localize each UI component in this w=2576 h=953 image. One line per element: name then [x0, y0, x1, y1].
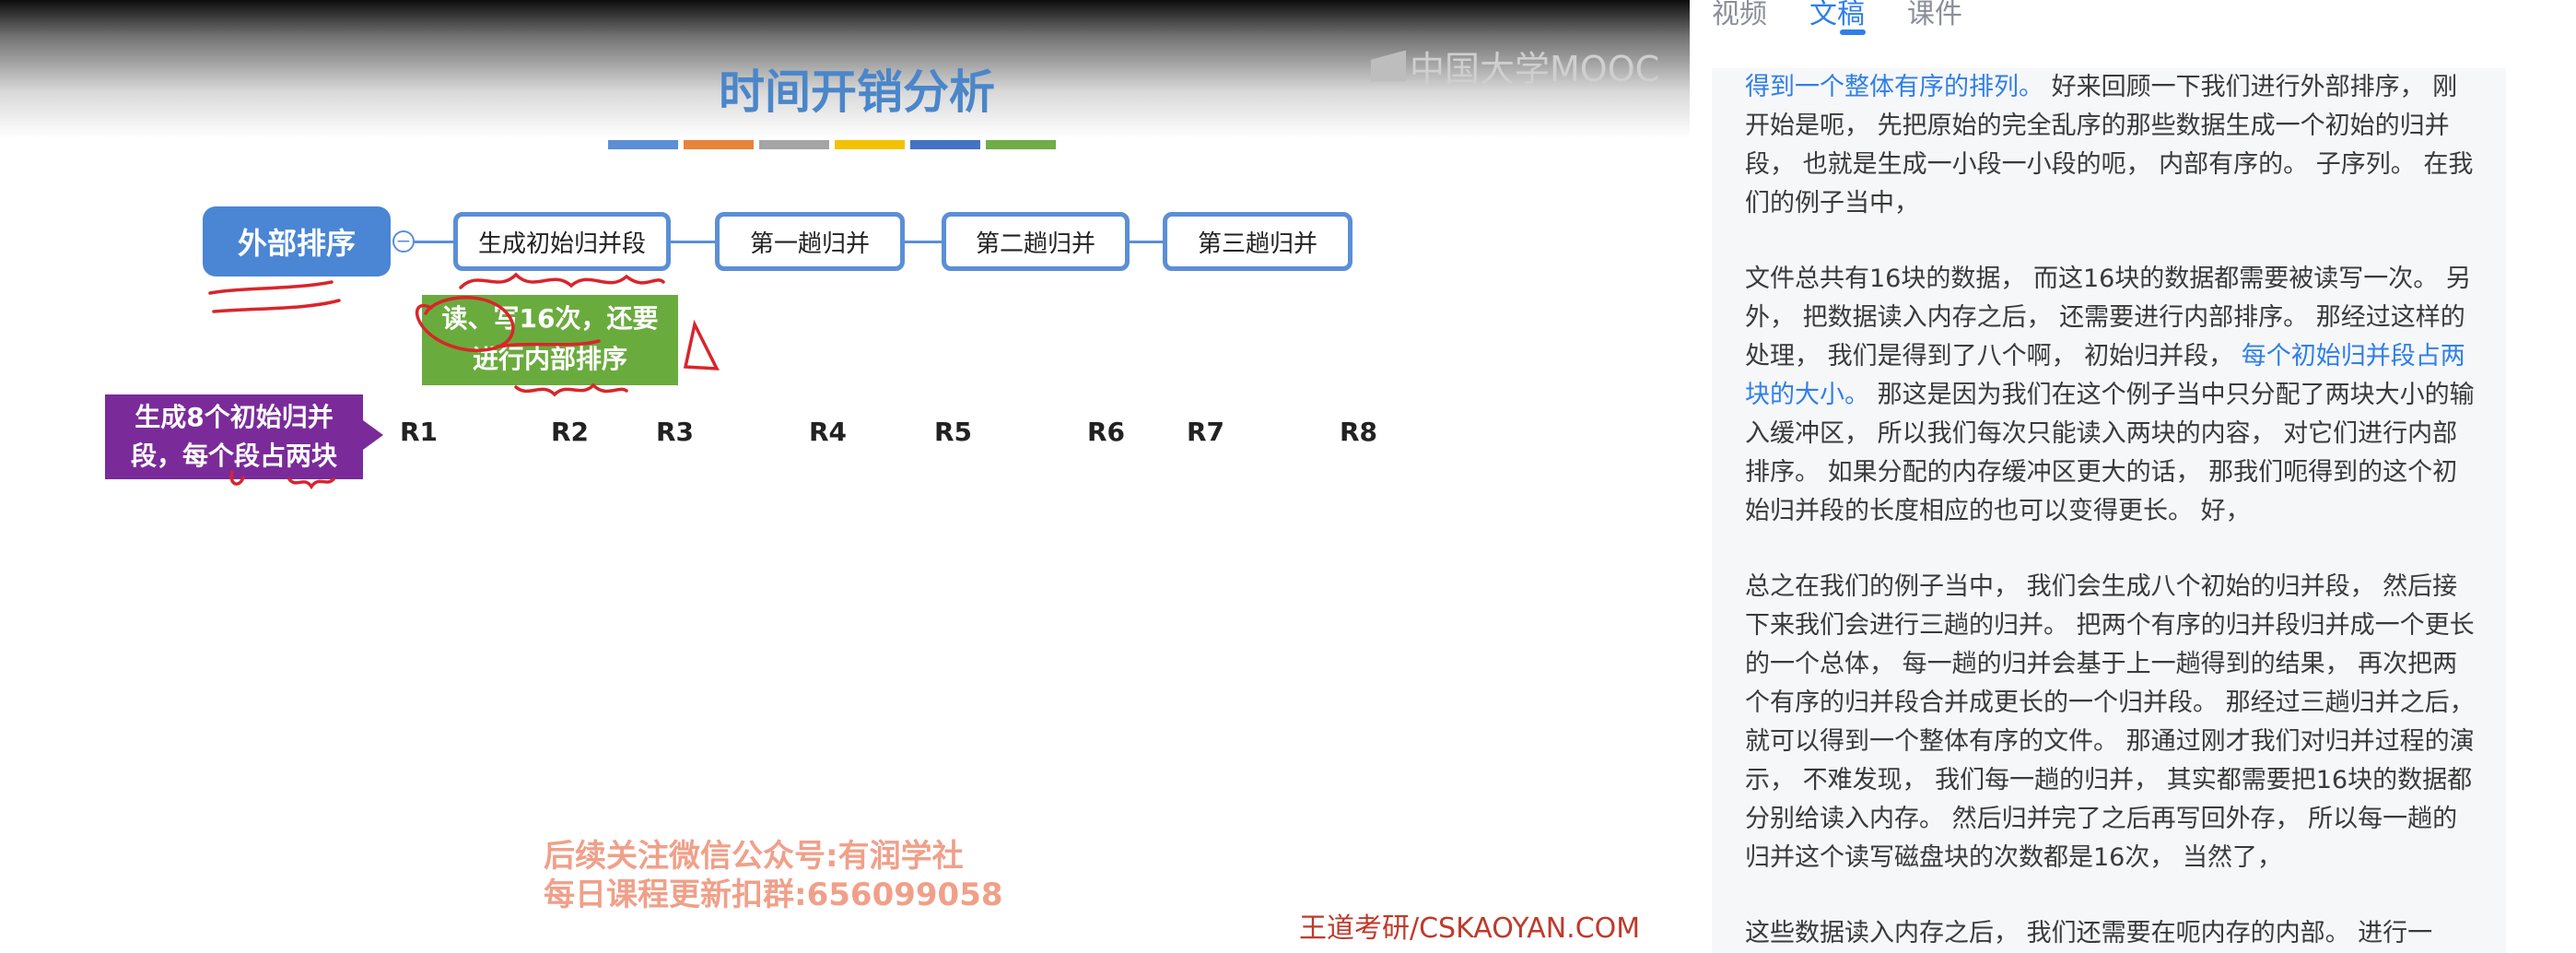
pen-scribble: [287, 477, 335, 490]
mindmap-node-pass-2: 第二趟归并: [942, 212, 1130, 271]
transcript-text: 这些数据读入内存之后， 我们还需要在呃内存的内部。 进行一: [1745, 919, 2433, 947]
run-label: R5: [934, 417, 973, 447]
run-label: R4: [809, 417, 848, 447]
colorbar-segment: [835, 140, 905, 149]
green-note-line: 读、写16次，还要: [441, 303, 659, 334]
video-player[interactable]: 时间开销分析 中国大学MOOC 外部排序 − 生成初始归并段 第一趟归并 第二趟…: [0, 0, 1690, 949]
run-label: R2: [551, 417, 590, 447]
transcript-paragraph: 得到一个整体有序的排列。 好来回顾一下我们进行外部排序， 刚开始是呃， 先把原始…: [1712, 68, 2506, 223]
colorbar-segment: [910, 140, 980, 149]
mindmap-root: 外部排序: [203, 206, 391, 276]
pen-underline: [208, 280, 334, 295]
run-label: R7: [1187, 417, 1225, 447]
mindmap-node-pass-3: 第三趟归并: [1163, 212, 1352, 271]
run-label: R1: [400, 417, 439, 447]
active-tab-indicator: [1840, 29, 1866, 35]
mindmap-node-initial-runs: 生成初始归并段: [453, 212, 671, 271]
purple-note: 生成8个初始归并 段，每个段占两块: [105, 394, 363, 479]
run-label: R6: [1087, 417, 1126, 447]
pen-scribble: [459, 272, 665, 289]
promo-text: 后续关注微信公众号:有润学社 每日课程更新扣群:656099058: [544, 837, 1096, 914]
collapse-icon: −: [392, 230, 415, 253]
connector-line: [905, 241, 942, 243]
transcript-paragraph: 文件总共有16块的数据， 而这16块的数据都需要被读写一次。 另外， 把数据读入…: [1712, 260, 2506, 531]
pen-triangle: [683, 319, 720, 371]
promo-line: 后续关注微信公众号:有润学社: [544, 838, 964, 875]
mooc-logo: 中国大学MOOC: [1371, 41, 1659, 91]
side-panel: 视频 文稿 课件 得到一个整体有序的排列。 好来回顾一下我们进行外部排序， 刚开…: [1690, 0, 2576, 953]
transcript-panel[interactable]: 得到一个整体有序的排列。 好来回顾一下我们进行外部排序， 刚开始是呃， 先把原始…: [1712, 68, 2506, 953]
mooc-logo-text: 中国大学MOOC: [1410, 49, 1660, 89]
purple-note-line: 生成8个初始归并: [135, 402, 334, 432]
transcript-highlight[interactable]: 得到一个整体有序的排列。: [1745, 73, 2043, 101]
connector-line: [1130, 241, 1163, 243]
panel-tabs: 视频 文稿 课件: [1690, 0, 2576, 37]
colorbar-segment: [986, 140, 1056, 149]
colorbar-segment: [684, 140, 754, 149]
connector-line: [415, 241, 453, 243]
pen-underline: [212, 299, 341, 313]
connector-line: [671, 241, 715, 243]
colorbar-segment: [759, 140, 829, 149]
purple-note-arrow: [363, 420, 383, 450]
run-label: R3: [656, 417, 695, 447]
transcript-paragraph: 总之在我们的例子当中， 我们会生成八个初始的归并段， 然后接下来我们会进行三趟的…: [1712, 568, 2506, 877]
promo-line: 每日课程更新扣群:656099058: [544, 877, 1003, 913]
slide-title: 时间开销分析: [719, 65, 995, 119]
watermark: 王道考研/CSKAOYAN.COM: [1299, 912, 1641, 945]
tab-slides[interactable]: 课件: [1907, 0, 1962, 31]
green-note: 读、写16次，还要 进行内部排序: [422, 295, 678, 385]
mindmap-node-pass-1: 第一趟归并: [715, 212, 905, 271]
transcript-text: 总之在我们的例子当中， 我们会生成八个初始的归并段， 然后接下来我们会进行三趟的…: [1745, 572, 2475, 872]
run-label: R8: [1340, 417, 1378, 447]
purple-note-line: 段，每个段占两块: [130, 441, 337, 471]
colorbar-segment: [608, 140, 678, 149]
transcript-paragraph: 这些数据读入内存之后， 我们还需要在呃内存的内部。 进行一: [1712, 914, 2506, 953]
green-note-line: 进行内部排序: [472, 344, 627, 374]
mooc-logo-icon: [1371, 50, 1406, 82]
tab-video[interactable]: 视频: [1712, 0, 1767, 31]
pen-scribble: [514, 382, 628, 397]
tab-transcript[interactable]: 文稿: [1809, 0, 1865, 31]
